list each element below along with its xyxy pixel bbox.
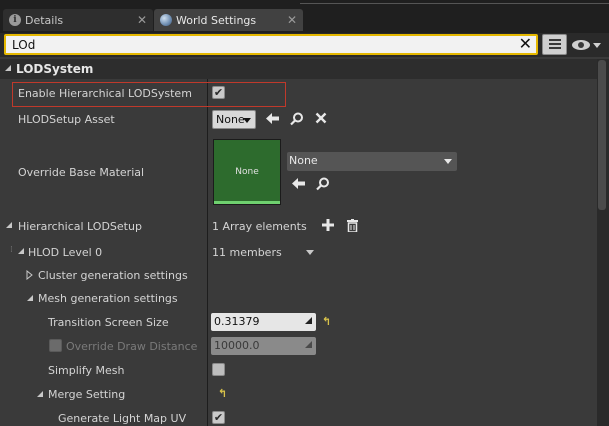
- section-lodsystem[interactable]: LODSystem: [0, 59, 597, 79]
- hlod-setup-asset-value: None: [216, 113, 245, 126]
- override-draw-distance-label: Override Draw Distance: [66, 340, 198, 353]
- search-input[interactable]: [12, 37, 512, 52]
- chevron-down-icon[interactable]: [306, 250, 314, 255]
- close-icon[interactable]: ✕: [137, 13, 147, 27]
- reset-to-default-icon[interactable]: ↰: [218, 387, 227, 400]
- material-thumbnail-bar: [214, 201, 280, 204]
- transition-screen-size-label: Transition Screen Size: [48, 316, 169, 329]
- resize-grip-icon: [305, 317, 312, 324]
- clear-icon[interactable]: [315, 112, 327, 127]
- use-selected-arrow-icon[interactable]: [266, 112, 280, 128]
- override-base-material-label: Override Base Material: [18, 166, 145, 179]
- hierarchical-lod-setup-label: Hierarchical LODSetup: [18, 220, 142, 233]
- add-element-icon[interactable]: [322, 219, 334, 234]
- resize-grip-icon: [305, 341, 312, 348]
- info-icon: i: [9, 14, 21, 26]
- browse-search-icon[interactable]: [290, 112, 304, 129]
- section-title: LODSystem: [16, 62, 94, 76]
- collapse-arrow-icon[interactable]: [18, 248, 24, 254]
- delete-all-icon[interactable]: [347, 219, 358, 235]
- mesh-generation-label: Mesh generation settings: [38, 292, 178, 305]
- simplify-mesh-checkbox[interactable]: [212, 363, 225, 376]
- merge-setting-label: Merge Setting: [48, 388, 126, 401]
- tab-bar-line: [300, 3, 609, 4]
- search-box[interactable]: ✕: [4, 34, 538, 55]
- enable-hlod-checkbox[interactable]: ✔: [212, 86, 225, 99]
- chevron-down-icon: [243, 118, 251, 123]
- generate-light-map-uv-checkbox[interactable]: ✔: [212, 411, 225, 424]
- hlod-setup-asset-combo[interactable]: None: [212, 110, 256, 129]
- hierarchical-lod-setup-value: 1 Array elements: [212, 220, 307, 233]
- generate-light-map-uv-label: Generate Light Map UV: [58, 412, 187, 425]
- column-divider[interactable]: [207, 79, 208, 426]
- list-icon: [549, 47, 561, 49]
- hlod-setup-asset-label: HLODSetup Asset: [18, 113, 115, 126]
- collapse-arrow-icon[interactable]: [6, 222, 12, 228]
- eye-icon: [572, 40, 601, 50]
- material-thumbnail[interactable]: None: [213, 139, 281, 205]
- override-draw-distance-checkbox[interactable]: [49, 339, 62, 352]
- globe-icon: [160, 14, 172, 26]
- tab-world-settings[interactable]: World Settings ✕: [154, 9, 303, 31]
- hlod-level-0-value: 11 members: [212, 246, 282, 259]
- tab-world-settings-label: World Settings: [176, 13, 257, 27]
- list-icon: [549, 43, 561, 45]
- collapse-arrow-icon[interactable]: [37, 391, 43, 397]
- chevron-down-icon: [444, 159, 452, 164]
- tab-bar: i Details ✕ World Settings ✕: [0, 0, 609, 33]
- clear-search-icon[interactable]: ✕: [519, 35, 532, 53]
- cluster-generation-label: Cluster generation settings: [38, 269, 188, 282]
- scrollbar-thumb[interactable]: [598, 60, 606, 210]
- use-selected-arrow-icon[interactable]: [292, 177, 306, 193]
- tab-details[interactable]: i Details ✕: [3, 9, 153, 31]
- transition-screen-size-value: 0.31379: [214, 315, 260, 328]
- close-icon[interactable]: ✕: [287, 13, 297, 27]
- visibility-filter-button[interactable]: [571, 36, 607, 54]
- hlod-level-0-label: HLOD Level 0: [28, 246, 103, 259]
- simplify-mesh-label: Simplify Mesh: [48, 364, 125, 377]
- collapse-arrow-icon[interactable]: [27, 295, 33, 301]
- browse-search-icon[interactable]: [316, 177, 330, 194]
- transition-screen-size-input[interactable]: 0.31379: [211, 313, 316, 331]
- override-draw-distance-value: 10000.0: [214, 339, 260, 352]
- enable-hlod-label: Enable Hierarchical LODSystem: [18, 87, 192, 100]
- list-icon: [549, 39, 561, 41]
- override-base-material-combo[interactable]: None: [287, 152, 457, 171]
- collapse-arrow-icon[interactable]: [5, 65, 11, 71]
- override-base-material-value: None: [289, 154, 318, 167]
- override-draw-distance-input[interactable]: 10000.0: [211, 337, 316, 355]
- expand-arrow-icon[interactable]: [26, 270, 33, 280]
- view-options-button[interactable]: [542, 34, 567, 55]
- drag-handle-icon[interactable]: ⁞: [10, 245, 14, 255]
- material-thumbnail-label: None: [235, 167, 259, 177]
- tab-details-label: Details: [25, 13, 64, 27]
- reset-to-default-icon[interactable]: ↰: [322, 315, 331, 328]
